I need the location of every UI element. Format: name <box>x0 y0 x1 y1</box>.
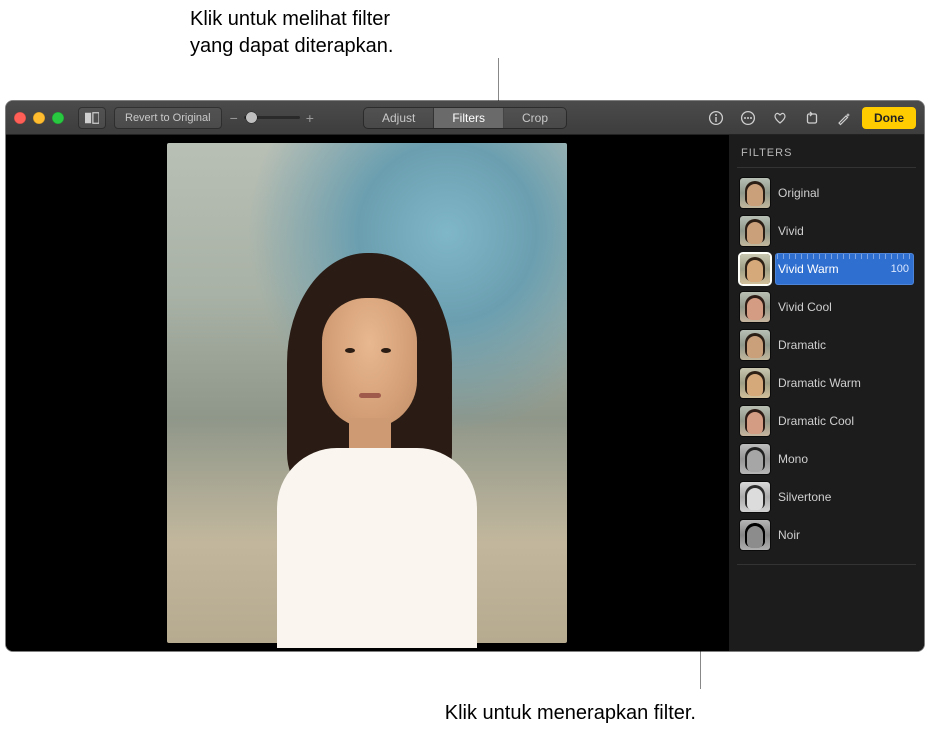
filter-item-silvertone[interactable]: Silvertone <box>737 478 916 516</box>
zoom-in-button[interactable]: + <box>306 110 314 126</box>
close-window-button[interactable] <box>14 112 26 124</box>
favorite-heart-icon[interactable] <box>766 107 794 129</box>
filter-label: Mono <box>778 452 913 466</box>
photo-preview <box>167 143 567 643</box>
filter-label: Vivid Cool <box>778 300 913 314</box>
filter-item-vivid-cool[interactable]: Vivid Cool <box>737 288 916 326</box>
revert-button[interactable]: Revert to Original <box>114 107 222 129</box>
filter-item-noir[interactable]: Noir <box>737 516 916 554</box>
photos-edit-window: Revert to Original − + Adjust Filters Cr… <box>6 101 924 651</box>
tab-filters[interactable]: Filters <box>434 108 504 128</box>
filter-label: Silvertone <box>778 490 913 504</box>
filter-label: Dramatic Cool <box>778 414 913 428</box>
filter-label: Dramatic <box>778 338 913 352</box>
zoom-slider[interactable] <box>244 116 300 119</box>
filter-thumb <box>740 482 770 512</box>
filter-item-dramatic-cool[interactable]: Dramatic Cool <box>737 402 916 440</box>
photo-canvas[interactable] <box>6 135 728 651</box>
filter-thumb <box>740 254 770 284</box>
filter-label: Dramatic Warm <box>778 376 913 390</box>
window-controls <box>14 112 64 124</box>
filter-label: Original <box>778 186 913 200</box>
filter-item-mono[interactable]: Mono <box>737 440 916 478</box>
filter-thumb <box>740 216 770 246</box>
zoom-control: − + <box>230 110 314 126</box>
filter-item-vivid-warm[interactable]: Vivid Warm 100 <box>737 250 916 288</box>
sidebar-title: FILTERS <box>737 145 916 168</box>
tab-crop[interactable]: Crop <box>504 108 566 128</box>
filter-item-vivid[interactable]: Vivid <box>737 212 916 250</box>
callout-bottom: Klik untuk menerapkan filter. <box>445 700 696 727</box>
filter-label: Noir <box>778 528 913 542</box>
compare-view-button[interactable] <box>78 107 106 129</box>
content-area: FILTERS OriginalVividVivid Warm100Vivid … <box>6 135 924 651</box>
filter-thumb <box>740 292 770 322</box>
filter-thumb <box>740 444 770 474</box>
filter-thumb <box>740 368 770 398</box>
filter-list: Original Vivid Vivid Warm 100 Vivid Cool Dram… <box>737 174 916 554</box>
edit-mode-tabs: Adjust Filters Crop <box>363 107 567 129</box>
rotate-icon[interactable] <box>798 107 826 129</box>
fullscreen-window-button[interactable] <box>52 112 64 124</box>
more-icon[interactable] <box>734 107 762 129</box>
filter-intensity-value: 100 <box>891 263 913 275</box>
filter-label: Vivid <box>778 224 913 238</box>
done-button[interactable]: Done <box>862 107 916 129</box>
filter-item-dramatic[interactable]: Dramatic <box>737 326 916 364</box>
callout-top: Klik untuk melihat filter yang dapat dit… <box>190 6 394 60</box>
toolbar: Revert to Original − + Adjust Filters Cr… <box>6 101 924 135</box>
auto-enhance-icon[interactable] <box>830 107 858 129</box>
callout-line <box>498 58 499 101</box>
tab-adjust[interactable]: Adjust <box>364 108 434 128</box>
filter-item-dramatic-warm[interactable]: Dramatic Warm <box>737 364 916 402</box>
sidebar-separator <box>737 564 916 565</box>
zoom-out-button[interactable]: − <box>230 110 238 126</box>
filter-thumb <box>740 330 770 360</box>
filter-item-original[interactable]: Original <box>737 174 916 212</box>
filter-label: Vivid Warm <box>778 262 883 276</box>
filter-thumb <box>740 406 770 436</box>
filter-thumb <box>740 520 770 550</box>
filters-sidebar: FILTERS OriginalVividVivid Warm100Vivid … <box>728 135 924 651</box>
info-icon[interactable] <box>702 107 730 129</box>
minimize-window-button[interactable] <box>33 112 45 124</box>
filter-thumb <box>740 178 770 208</box>
